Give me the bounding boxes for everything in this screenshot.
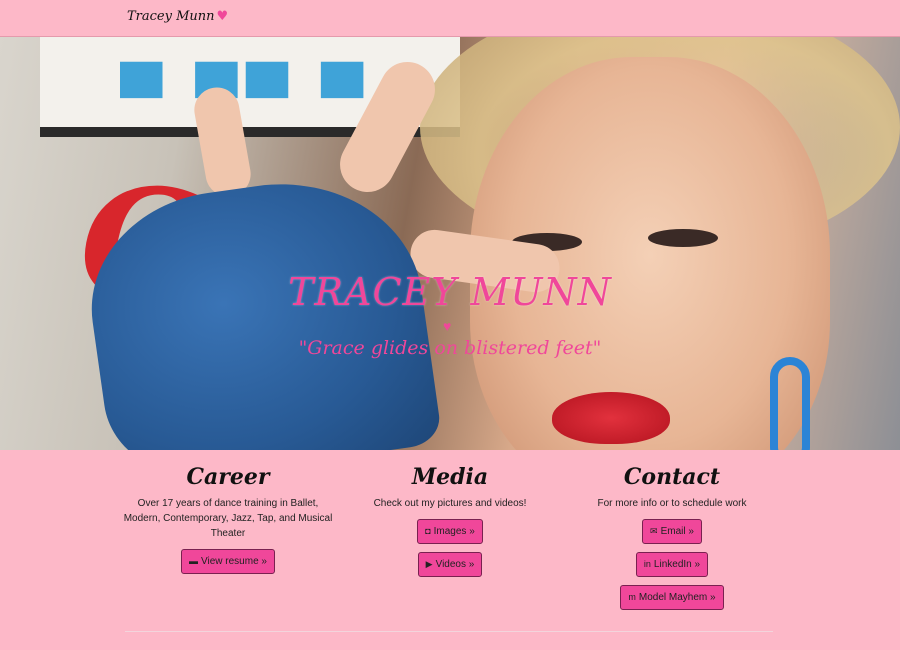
email-button[interactable]: ✉ Email »: [642, 519, 702, 544]
contact-column: Contact For more info or to schedule wor…: [562, 462, 782, 618]
linkedin-button[interactable]: in LinkedIn »: [635, 552, 709, 577]
folder-open-icon: ▬: [189, 556, 199, 566]
media-column: Media Check out my pictures and videos! …: [340, 462, 560, 585]
contact-heading: Contact: [623, 464, 721, 490]
contact-text: For more info or to schedule work: [597, 498, 747, 509]
career-column: Career Over 17 years of dance training i…: [118, 462, 338, 582]
model-mayhem-button[interactable]: m Model Mayhem »: [620, 585, 724, 610]
career-text: Over 17 years of dance training in Balle…: [123, 498, 333, 539]
navbar: Tracey Munn ♥: [0, 0, 900, 37]
media-text: Check out my pictures and videos!: [373, 498, 527, 509]
media-heading: Media: [411, 464, 489, 490]
youtube-icon: ▶: [425, 559, 433, 569]
career-heading: Career: [186, 464, 270, 490]
camera-icon: ◘: [425, 526, 431, 536]
envelope-icon: ✉: [650, 526, 658, 536]
linkedin-icon: in: [643, 559, 651, 569]
heart-icon: ♥: [443, 318, 452, 334]
hero-title: TRACEY MUNN: [288, 270, 612, 314]
images-button[interactable]: ◘ Images »: [417, 519, 483, 544]
view-resume-button[interactable]: ▬ View resume »: [181, 549, 275, 574]
footer-divider: [125, 631, 773, 632]
brand-name: Tracey Munn: [127, 9, 215, 24]
hero-banner: ▄ ▄▄ ▄ C l o: [0, 37, 900, 450]
videos-button[interactable]: ▶ Videos »: [417, 552, 483, 577]
heart-icon: ♥: [216, 9, 229, 24]
hero-tagline: "Grace glides on blistered feet": [298, 337, 602, 359]
brand-link[interactable]: Tracey Munn ♥: [127, 9, 228, 24]
model-mayhem-icon: m: [628, 592, 636, 602]
